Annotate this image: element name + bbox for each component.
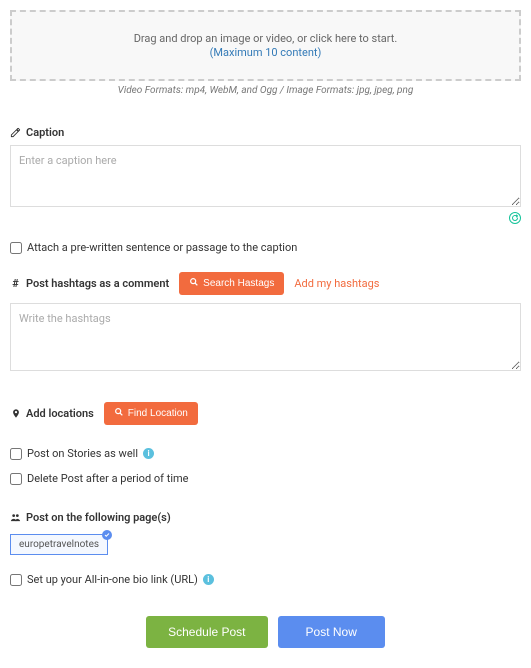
info-icon[interactable]: i [203,574,214,585]
caption-input[interactable] [10,145,521,207]
upload-dropzone[interactable]: Drag and drop an image or video, or clic… [10,10,521,81]
pages-label: Post on the following page(s) [10,511,521,524]
locations-label: Add locations [10,407,94,420]
hashtags-label: # Post hashtags as a comment [10,277,169,290]
hash-icon: # [10,278,21,289]
post-stories-label: Post on Stories as well [27,447,138,460]
check-badge-icon [102,530,112,540]
attach-sentence-checkbox[interactable] [10,242,22,254]
bio-link-row[interactable]: Set up your All-in-one bio link (URL) i [10,573,521,586]
grammarly-icon[interactable] [509,212,521,227]
post-stories-checkbox[interactable] [10,448,22,460]
search-hashtags-button[interactable]: Search Hastags [179,272,284,295]
dropzone-text: Drag and drop an image or video, or clic… [134,32,398,45]
search-icon [114,407,124,420]
users-icon [10,512,21,523]
post-stories-row[interactable]: Post on Stories as well i [10,447,521,460]
location-pin-icon [10,408,21,419]
attach-sentence-label: Attach a pre-written sentence or passage… [27,241,297,254]
delete-after-label: Delete Post after a period of time [27,472,188,485]
edit-icon [10,127,21,138]
delete-after-row[interactable]: Delete Post after a period of time [10,472,521,485]
search-icon [189,277,199,290]
post-now-button[interactable]: Post Now [278,616,385,648]
schedule-post-button[interactable]: Schedule Post [146,616,267,648]
bio-link-checkbox[interactable] [10,574,22,586]
page-chip-europetravelnotes[interactable]: europetravelnotes [10,534,108,555]
format-hint: Video Formats: mp4, WebM, and Ogg / Imag… [10,85,521,96]
page-chip-label: europetravelnotes [19,539,99,550]
find-location-button[interactable]: Find Location [104,402,198,425]
delete-after-checkbox[interactable] [10,473,22,485]
info-icon[interactable]: i [143,448,154,459]
caption-label: Caption [10,126,521,139]
bio-link-label: Set up your All-in-one bio link (URL) [27,573,198,586]
add-my-hashtags-link[interactable]: Add my hashtags [294,277,379,290]
dropzone-limit-text: (Maximum 10 content) [22,46,509,59]
hashtags-input[interactable] [10,303,521,371]
attach-sentence-row[interactable]: Attach a pre-written sentence or passage… [10,241,521,254]
